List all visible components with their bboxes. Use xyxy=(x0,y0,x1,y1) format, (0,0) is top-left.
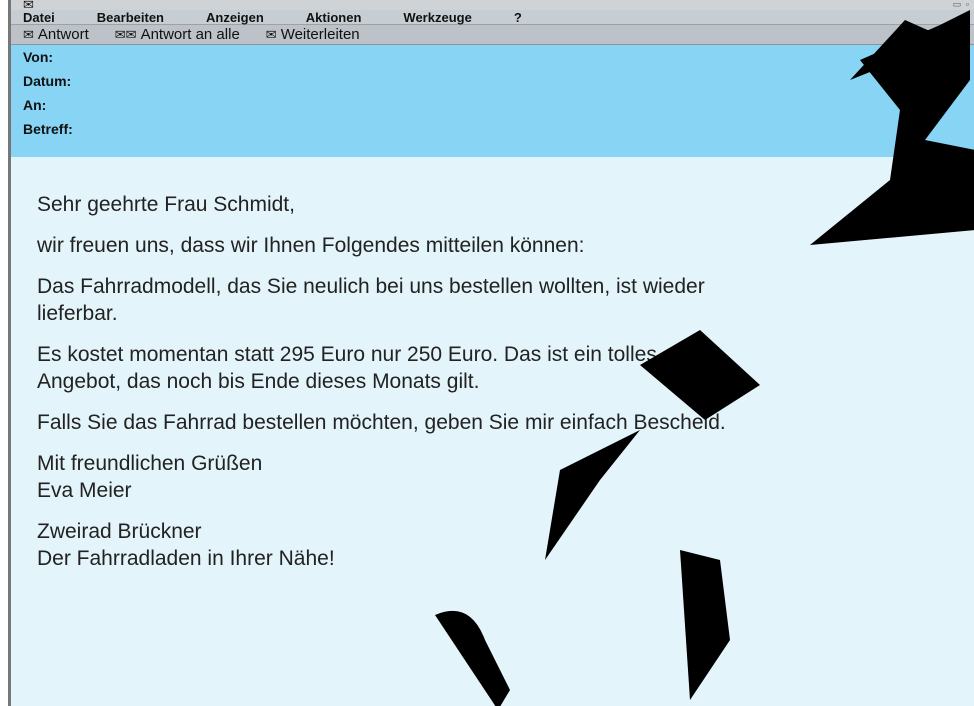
availability-line-2: lieferbar. xyxy=(37,302,118,325)
window-controls[interactable]: ▭ ▫ xyxy=(953,0,970,10)
availability-paragraph: Das Fahrradmodell, das Sie neulich bei u… xyxy=(37,273,974,327)
closing: Mit freundlichen Grüßen xyxy=(37,452,263,475)
message-body: Sehr geehrte Frau Schmidt, wir freuen un… xyxy=(11,157,974,572)
menu-help[interactable]: ? xyxy=(514,10,522,25)
date-field-label: Datum: xyxy=(23,73,72,89)
from-field-label: Von: xyxy=(23,49,54,65)
reply-label: Antwort xyxy=(37,26,89,43)
reply-button[interactable]: ✉ Antwort xyxy=(23,26,89,43)
forward-button[interactable]: ✉ Weiterleiten xyxy=(266,26,360,43)
title-bar: ✉ ▭ ▫ xyxy=(11,0,974,12)
availability-line-1: Das Fahrradmodell, das Sie neulich bei u… xyxy=(37,275,705,298)
menu-werkzeuge[interactable]: Werkzeuge xyxy=(403,10,471,25)
envelope-icon: ✉ xyxy=(23,0,34,12)
order-paragraph: Falls Sie das Fahrrad bestellen möchten,… xyxy=(37,411,726,434)
price-line-1: Es kostet momentan statt 295 Euro nur 25… xyxy=(37,343,657,366)
reply-all-label: Antwort an alle xyxy=(140,26,240,43)
toolbar: ✉ Antwort ✉✉ Antwort an alle ✉ Weiterlei… xyxy=(11,25,974,45)
company-block: Zweirad Brückner Der Fahrradladen in Ihr… xyxy=(37,518,974,572)
company-slogan: Der Fahrradladen in Ihrer Nähe! xyxy=(37,547,335,570)
forward-label: Weiterleiten xyxy=(280,26,360,43)
menu-anzeigen[interactable]: Anzeigen xyxy=(206,10,264,25)
price-line-2: Angebot, das noch bis Ende dieses Monats… xyxy=(37,370,480,393)
menu-bearbeiten[interactable]: Bearbeiten xyxy=(97,10,164,25)
message-header: Von: Datum: An: Betreff: xyxy=(11,45,974,157)
intro-paragraph: wir freuen uns, dass wir Ihnen Folgendes… xyxy=(37,234,585,257)
greeting: Sehr geehrte Frau Schmidt, xyxy=(37,193,295,216)
signature: Eva Meier xyxy=(37,479,132,502)
reply-all-button[interactable]: ✉✉ Antwort an alle xyxy=(115,26,240,43)
menu-bar: Datei Bearbeiten Anzeigen Aktionen Werkz… xyxy=(11,10,974,25)
reply-all-envelope-icon: ✉✉ xyxy=(114,26,137,42)
mail-window: ✉ ▭ ▫ Datei Bearbeiten Anzeigen Aktionen… xyxy=(8,0,974,706)
company-name: Zweirad Brückner xyxy=(37,520,202,543)
forward-envelope-icon: ✉ xyxy=(265,26,277,42)
reply-envelope-icon: ✉ xyxy=(23,26,34,42)
closing-block: Mit freundlichen Grüßen Eva Meier xyxy=(37,450,974,504)
menu-aktionen[interactable]: Aktionen xyxy=(306,10,362,25)
subject-field-label: Betreff: xyxy=(23,121,73,137)
price-paragraph: Es kostet momentan statt 295 Euro nur 25… xyxy=(37,341,974,395)
to-field-label: An: xyxy=(23,97,47,113)
